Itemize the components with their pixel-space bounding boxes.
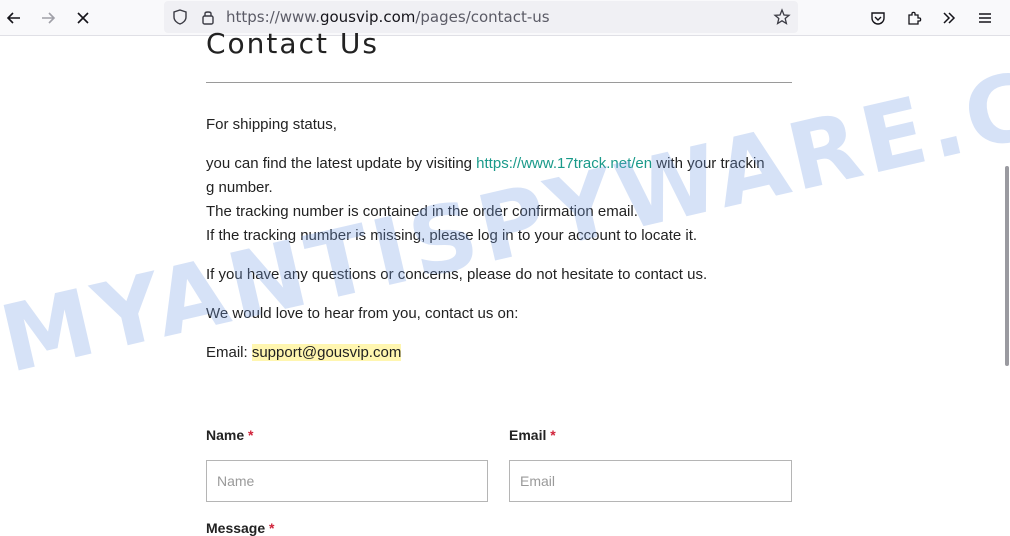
pocket-icon xyxy=(871,12,885,25)
back-button[interactable] xyxy=(0,4,28,32)
email-paragraph: Email: support@gousvip.com xyxy=(206,341,796,365)
questions-paragraph: If you have any questions or concerns, p… xyxy=(206,266,708,283)
puzzle-icon xyxy=(908,11,922,25)
message-field-label: Message * xyxy=(206,520,275,536)
tracking-text-line2: g number. xyxy=(206,179,273,196)
forward-arrow-icon xyxy=(42,12,56,24)
tracking-text-line3: The tracking number is contained in the … xyxy=(206,203,638,220)
support-email-link[interactable]: support@gousvip.com xyxy=(251,344,402,361)
tracking-info-paragraph: you can find the latest update by visiti… xyxy=(206,152,796,248)
shield-icon[interactable] xyxy=(166,3,194,31)
bookmark-star-icon[interactable] xyxy=(768,3,796,31)
stop-loading-button[interactable] xyxy=(69,4,97,32)
tracking-text-start: you can find the latest update by visiti… xyxy=(206,155,477,172)
shipping-status-paragraph: For shipping status, xyxy=(206,116,337,133)
required-marker: * xyxy=(550,427,556,443)
page-title: Contact Us xyxy=(206,27,379,60)
required-marker: * xyxy=(269,520,275,536)
required-marker: * xyxy=(248,427,254,443)
forward-button[interactable] xyxy=(34,4,62,32)
chevron-double-right-icon xyxy=(943,12,956,24)
email-input[interactable] xyxy=(509,460,792,502)
name-field-label: Name * xyxy=(206,427,254,443)
tracking-text-end: with your trackin xyxy=(652,155,765,172)
tracking-link[interactable]: https://www.17track.net/en xyxy=(476,155,652,172)
name-input[interactable] xyxy=(206,460,488,502)
email-field-label: Email * xyxy=(509,427,556,443)
overflow-menu-button[interactable] xyxy=(935,4,963,32)
close-icon xyxy=(77,12,89,24)
contact-intro-paragraph: We would love to hear from you, contact … xyxy=(206,305,519,322)
page-scrollbar[interactable] xyxy=(1004,36,1010,529)
tracking-text-line4: If the tracking number is missing, pleas… xyxy=(206,227,698,244)
title-divider xyxy=(206,82,792,83)
back-arrow-icon xyxy=(6,12,20,24)
pocket-button[interactable] xyxy=(864,4,892,32)
app-menu-button[interactable] xyxy=(971,4,999,32)
url-text[interactable]: https://www.gousvip.com/pages/contact-us xyxy=(226,8,550,26)
browser-toolbar: https://www.gousvip.com/pages/contact-us xyxy=(0,0,1010,36)
scrollbar-thumb[interactable] xyxy=(1005,166,1009,366)
hamburger-menu-icon xyxy=(979,13,991,23)
extensions-button[interactable] xyxy=(900,4,928,32)
email-label-text: Email: xyxy=(206,344,252,361)
